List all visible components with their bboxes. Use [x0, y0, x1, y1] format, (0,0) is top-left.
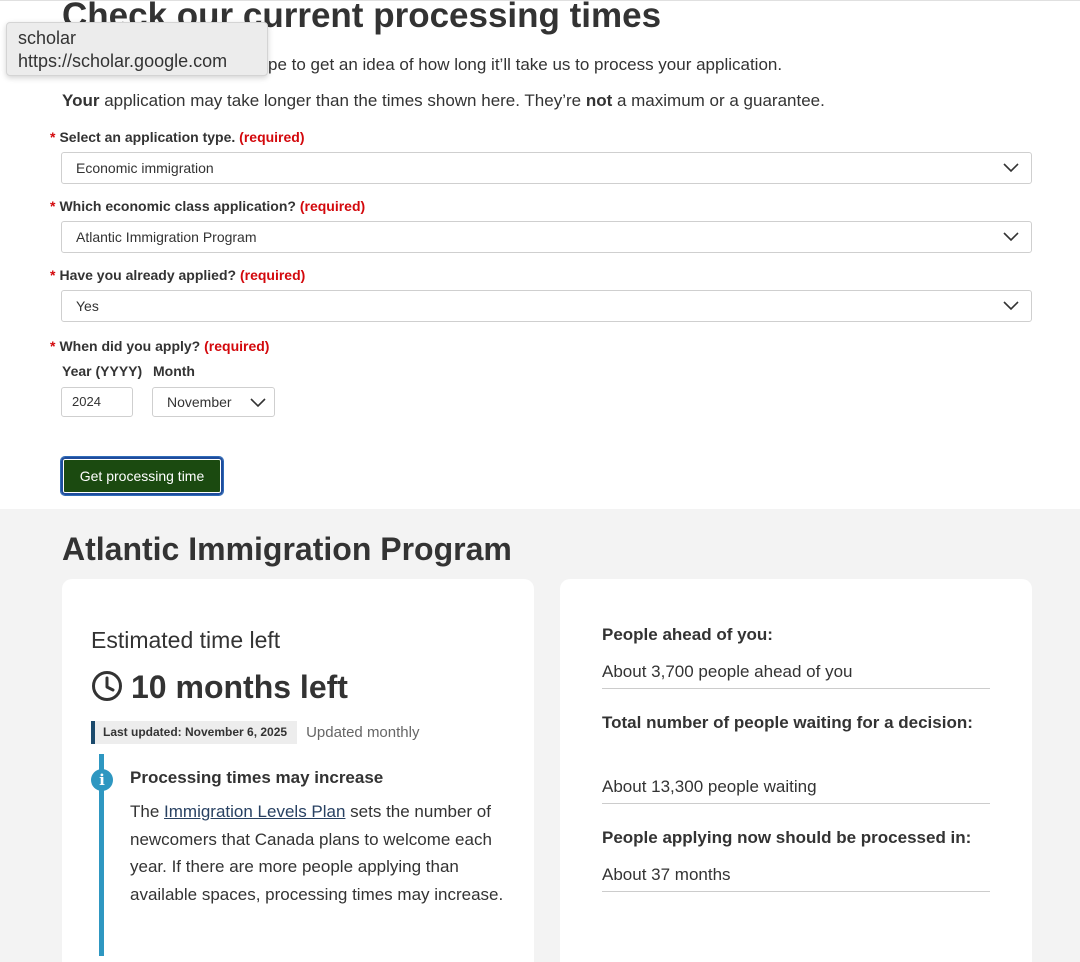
last-updated-row: Last updated: November 6, 2025 Updated m…	[91, 721, 419, 744]
required-star: *	[50, 267, 56, 283]
month-label: Month	[153, 363, 195, 379]
economic-class-select[interactable]: Atlantic Immigration Program	[61, 221, 1032, 253]
intro-text: pe to get an idea of how long it’ll take…	[268, 55, 783, 74]
people-ahead-value: About 3,700 people ahead of you	[602, 662, 990, 689]
people-ahead-label: People ahead of you:	[602, 625, 773, 644]
application-type-value: Economic immigration	[76, 160, 214, 176]
required-star: *	[50, 129, 56, 145]
get-processing-time-button[interactable]: Get processing time	[60, 456, 224, 496]
note-bold-your: Your	[62, 91, 100, 110]
time-left-value: 10 months left	[131, 669, 348, 705]
new-applicants-value: About 37 months	[602, 865, 990, 892]
update-frequency: Updated monthly	[306, 724, 420, 741]
required-star: *	[50, 198, 56, 214]
apply-date-label: * When did you apply? (required)	[50, 338, 270, 354]
chevron-down-icon	[1003, 163, 1019, 173]
required-text: (required)	[239, 129, 305, 145]
year-input[interactable]: 2024	[61, 387, 133, 417]
month-select[interactable]: November	[152, 387, 275, 417]
already-applied-label: * Have you already applied? (required)	[50, 267, 306, 283]
people-waiting-label: Total number of people waiting for a dec…	[602, 713, 973, 732]
chevron-down-icon	[250, 398, 266, 408]
economic-class-value: Atlantic Immigration Program	[76, 229, 257, 245]
required-text: (required)	[204, 338, 270, 354]
application-type-select[interactable]: Economic immigration	[61, 152, 1032, 184]
tooltip-url: https://scholar.google.com	[18, 51, 228, 71]
note-bold-not: not	[585, 91, 613, 110]
program-title: Atlantic Immigration Program	[62, 531, 512, 567]
note-text-1: application may take longer than the tim…	[99, 91, 586, 110]
already-applied-value: Yes	[76, 298, 99, 314]
disclaimer-note: Your application may take longer than th…	[62, 90, 825, 112]
required-text: (required)	[299, 198, 366, 214]
immigration-levels-plan-link[interactable]: Immigration Levels Plan	[164, 802, 345, 821]
month-value: November	[167, 394, 232, 410]
chevron-down-icon	[1003, 301, 1019, 311]
estimated-time-label: Estimated time left	[91, 627, 281, 653]
already-applied-select[interactable]: Yes	[61, 290, 1032, 322]
chevron-down-icon	[1003, 232, 1019, 242]
year-value: 2024	[72, 394, 101, 409]
people-waiting-value: About 13,300 people waiting	[602, 777, 990, 804]
required-text: (required)	[239, 267, 306, 283]
new-applicants-label: People applying now should be processed …	[602, 828, 972, 847]
note-text-2: a maximum or a guarantee.	[612, 91, 825, 110]
tooltip-title: scholar	[18, 28, 77, 48]
clock-icon	[92, 671, 122, 701]
year-label: Year (YYYY)	[62, 363, 143, 379]
info-icon: i	[91, 769, 113, 791]
economic-class-label: * Which economic class application? (requ…	[50, 198, 366, 214]
application-type-label: * Select an application type. (required)	[50, 129, 305, 145]
required-star: *	[50, 338, 56, 354]
notice-title: Processing times may increase	[130, 768, 384, 787]
last-updated-badge: Last updated: November 6, 2025	[91, 721, 298, 744]
link-tooltip: scholar https://scholar.google.com	[6, 22, 268, 76]
notice-body: The Immigration Levels Plan sets the num…	[130, 802, 504, 904]
